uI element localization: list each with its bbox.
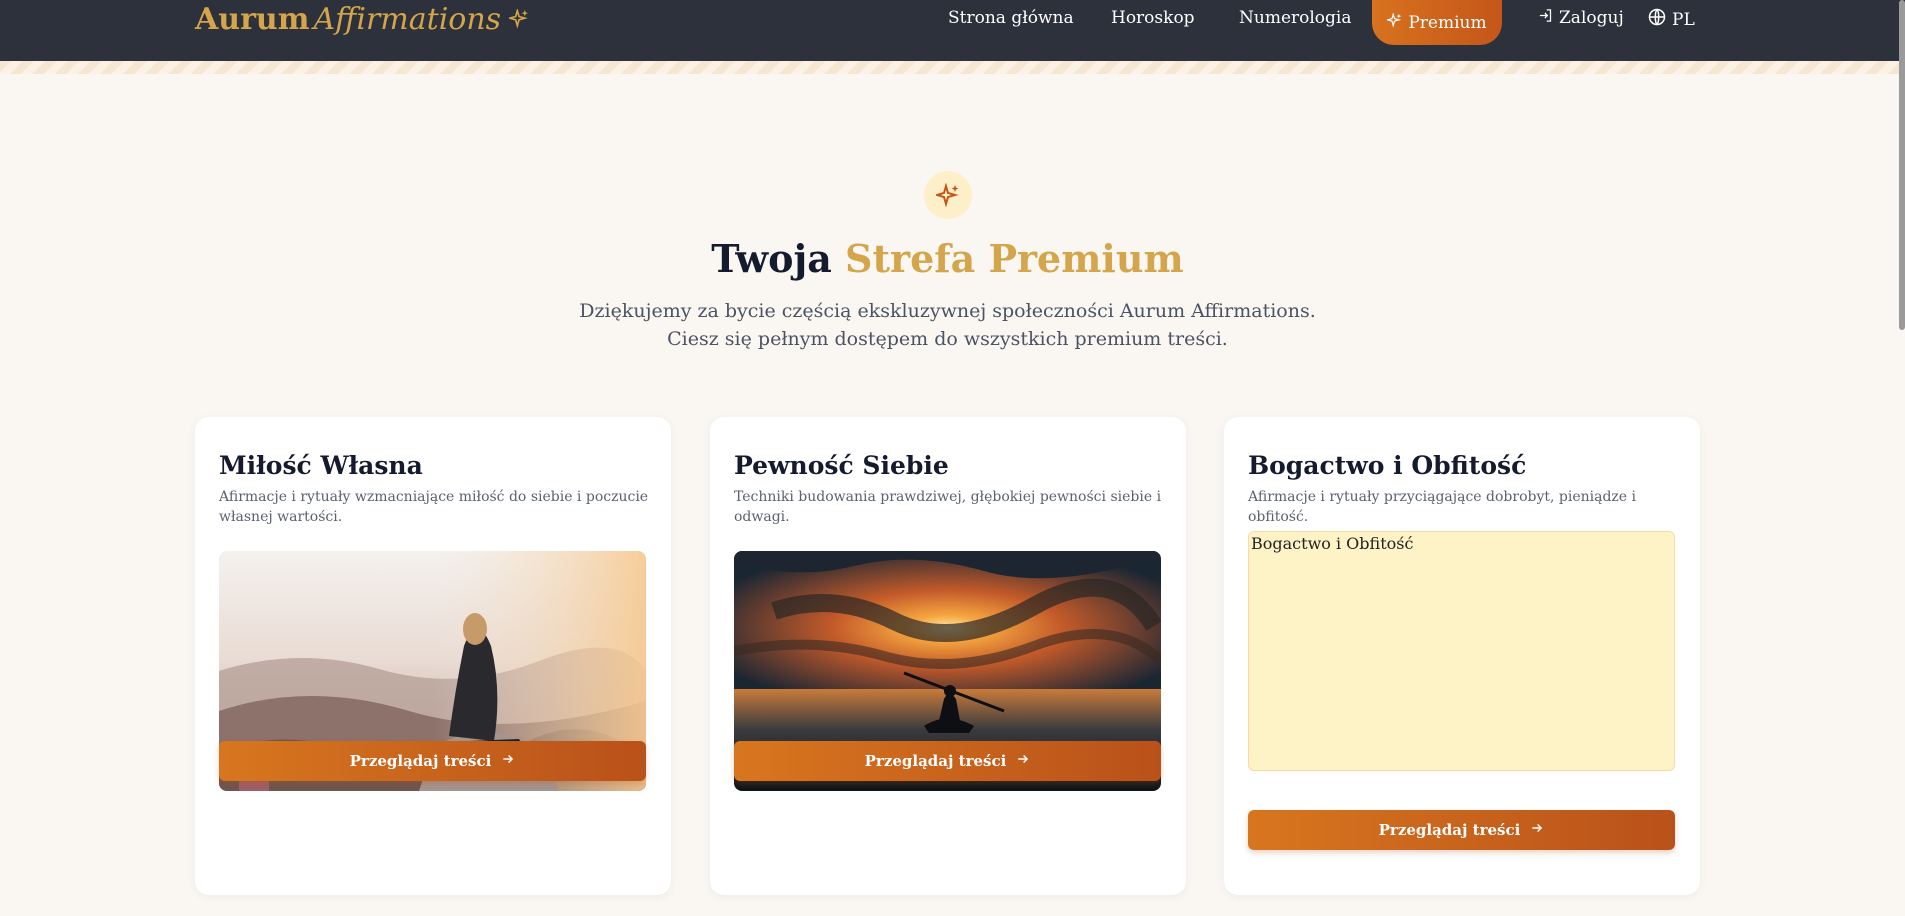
language-switcher[interactable]: PL — [1648, 8, 1695, 31]
top-navbar: Aurum Affirmations Strona główna Horosko… — [0, 0, 1905, 61]
nav-link-numerology[interactable]: Numerologia — [1239, 8, 1352, 28]
page-title: Twoja Strefa Premium — [0, 236, 1895, 281]
browse-content-button[interactable]: Przeglądaj treści — [219, 741, 646, 781]
login-link[interactable]: Zaloguj — [1538, 8, 1624, 28]
arrow-right-icon — [1530, 821, 1544, 839]
nav-link-horoscope[interactable]: Horoskop — [1111, 8, 1195, 28]
button-label: Przeglądaj treści — [864, 752, 1007, 770]
subtitle-line-1: Dziękujemy za bycie częścią ekskluzywnej… — [579, 300, 1316, 322]
sparkles-icon — [1385, 11, 1402, 33]
broken-image-placeholder[interactable]: Bogactwo i Obfitość — [1248, 531, 1675, 771]
logo-text-bold: Aurum — [195, 2, 310, 37]
scrollbar[interactable] — [1899, 0, 1905, 330]
nav-decorative-stripe — [0, 61, 1905, 74]
button-label: Przeglądaj treści — [1378, 821, 1521, 839]
page-title-accent: Strefa Premium — [845, 236, 1184, 281]
card-title: Pewność Siebie — [734, 451, 949, 480]
card-title: Bogactwo i Obfitość — [1248, 451, 1527, 480]
globe-icon — [1648, 8, 1666, 31]
login-label: Zaloguj — [1559, 8, 1624, 28]
nav-link-home[interactable]: Strona główna — [948, 8, 1074, 28]
subtitle-line-2: Ciesz się pełnym dostępem do wszystkich … — [667, 328, 1228, 350]
login-icon — [1538, 8, 1553, 28]
image-alt-text: Bogactwo i Obfitość — [1251, 534, 1414, 553]
card-description: Afirmacje i rytuały wzmacniające miłość … — [219, 489, 649, 525]
button-label: Przeglądaj treści — [349, 752, 492, 770]
browse-content-button[interactable]: Przeglądaj treści — [1248, 810, 1675, 850]
language-label: PL — [1672, 9, 1695, 30]
card-description: Afirmacje i rytuały przyciągające dobrob… — [1248, 489, 1637, 525]
sparkles-icon — [506, 7, 529, 35]
logo-text-italic: Affirmations — [313, 2, 502, 37]
category-card-abundance: Bogactwo i Obfitość Afirmacje i rytuały … — [1224, 417, 1700, 895]
card-title: Miłość Własna — [219, 451, 423, 480]
category-card-confidence: Pewność Siebie Techniki budowania prawdz… — [710, 417, 1186, 895]
category-card-self-love: Miłość Własna Afirmacje i rytuały wzmacn… — [195, 417, 671, 895]
arrow-right-icon — [501, 752, 515, 770]
premium-label: Premium — [1408, 12, 1487, 33]
sparkles-icon — [924, 171, 972, 219]
arrow-right-icon — [1016, 752, 1030, 770]
browse-content-button[interactable]: Przeglądaj treści — [734, 741, 1161, 781]
premium-button[interactable]: Premium — [1372, 0, 1502, 45]
page-title-plain: Twoja — [711, 236, 832, 281]
logo[interactable]: Aurum Affirmations — [195, 2, 529, 38]
card-description: Techniki budowania prawdziwej, głębokiej… — [734, 489, 1162, 525]
page-subtitle: Dziękujemy za bycie częścią ekskluzywnej… — [560, 297, 1335, 353]
